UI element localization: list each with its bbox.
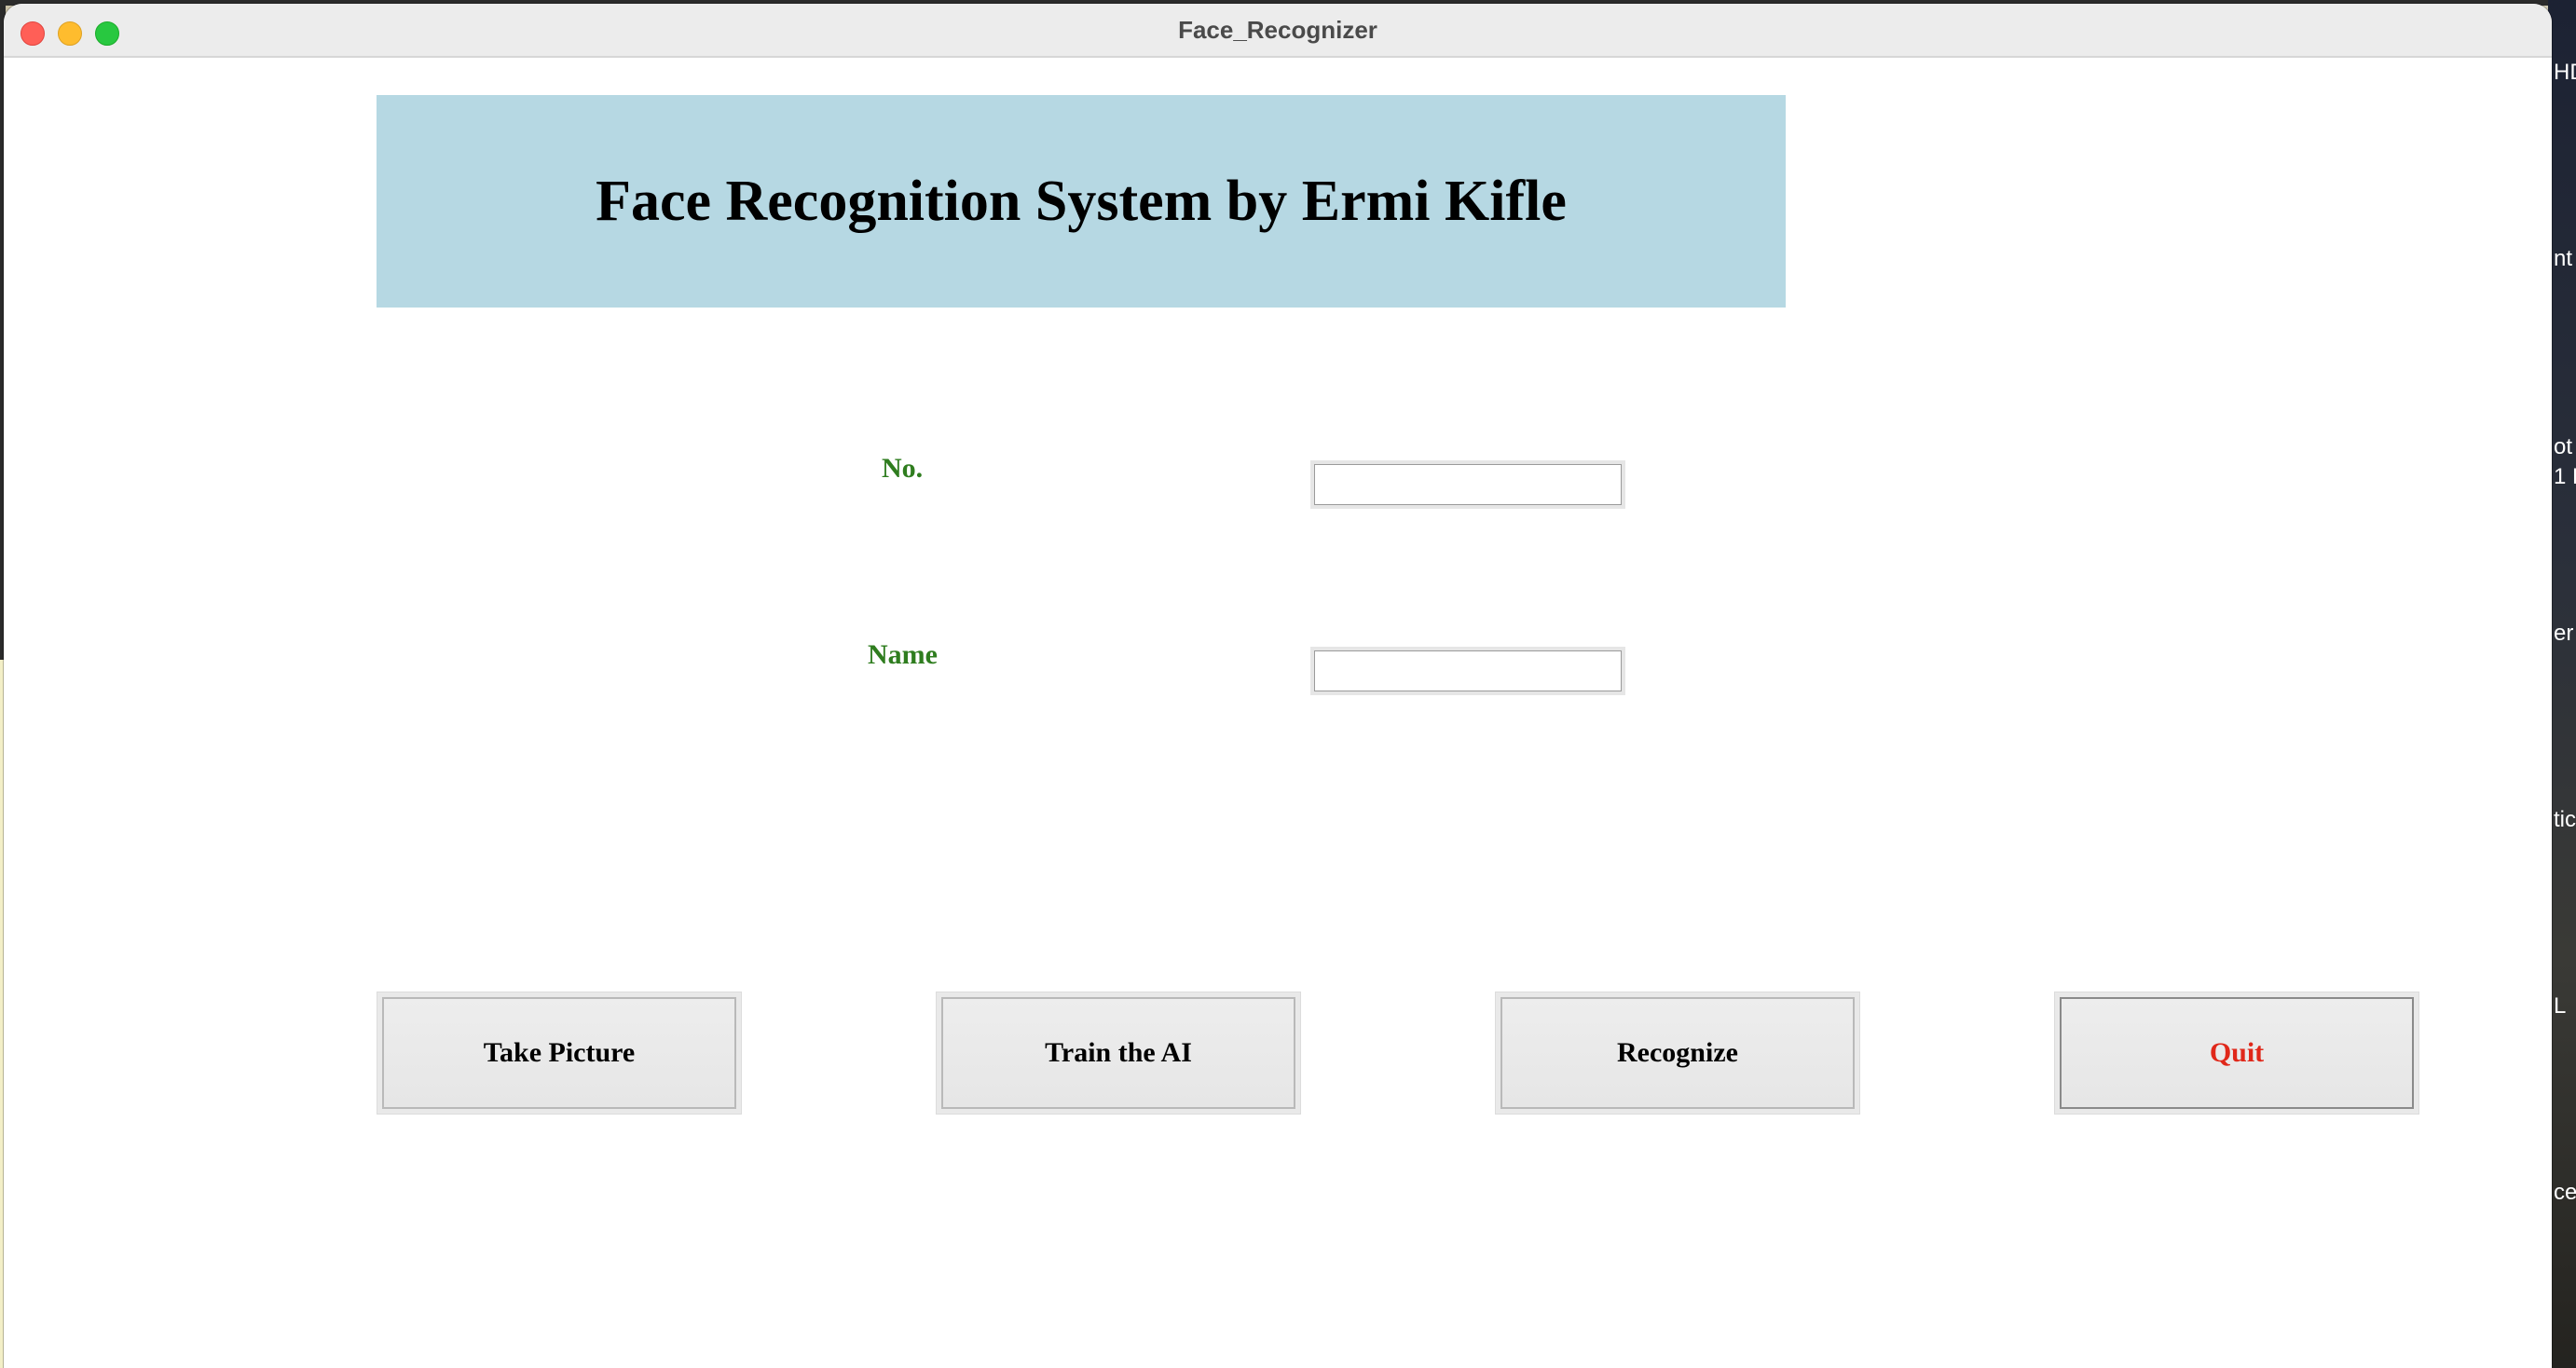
take-picture-button[interactable]: Take Picture <box>382 997 736 1109</box>
number-field-frame <box>1310 460 1625 509</box>
desktop-text-fragment: nt <box>2554 246 2573 271</box>
name-input[interactable] <box>1314 650 1622 691</box>
window-title: Face_Recognizer <box>1178 16 1377 44</box>
desktop-text-fragment: ot <box>2554 434 2573 459</box>
main-content: Face Recognition System by Ermi Kifle No… <box>4 58 2552 1368</box>
train-ai-button[interactable]: Train the AI <box>941 997 1295 1109</box>
desktop-text-fragment: ce <box>2554 1180 2576 1205</box>
desktop-text-fragment: HD <box>2554 60 2576 85</box>
number-input[interactable] <box>1314 464 1622 505</box>
train-button-frame: Train the AI <box>936 992 1301 1115</box>
desktop-text-fragment: er <box>2554 621 2574 646</box>
header-banner: Face Recognition System by Ermi Kifle <box>377 95 1786 308</box>
take-picture-button-frame: Take Picture <box>377 992 742 1115</box>
recognize-button[interactable]: Recognize <box>1500 997 1855 1109</box>
quit-button-frame: Quit <box>2054 992 2419 1115</box>
desktop-background-right: HD nt ot 1 F er tic L ce <box>2548 0 2576 1368</box>
title-bar[interactable]: Face_Recognizer <box>4 4 2552 58</box>
desktop-text-fragment: L <box>2554 993 2567 1019</box>
desktop-text-fragment: tic <box>2554 807 2576 832</box>
name-field-frame <box>1310 647 1625 695</box>
desktop-text-fragment: 1 F <box>2554 464 2576 489</box>
number-label: No. <box>882 453 924 484</box>
recognize-button-frame: Recognize <box>1495 992 1860 1115</box>
app-window: Face_Recognizer Face Recognition System … <box>4 4 2552 1368</box>
quit-button[interactable]: Quit <box>2060 997 2414 1109</box>
app-title: Face Recognition System by Ermi Kifle <box>596 169 1567 233</box>
name-label: Name <box>868 639 938 670</box>
